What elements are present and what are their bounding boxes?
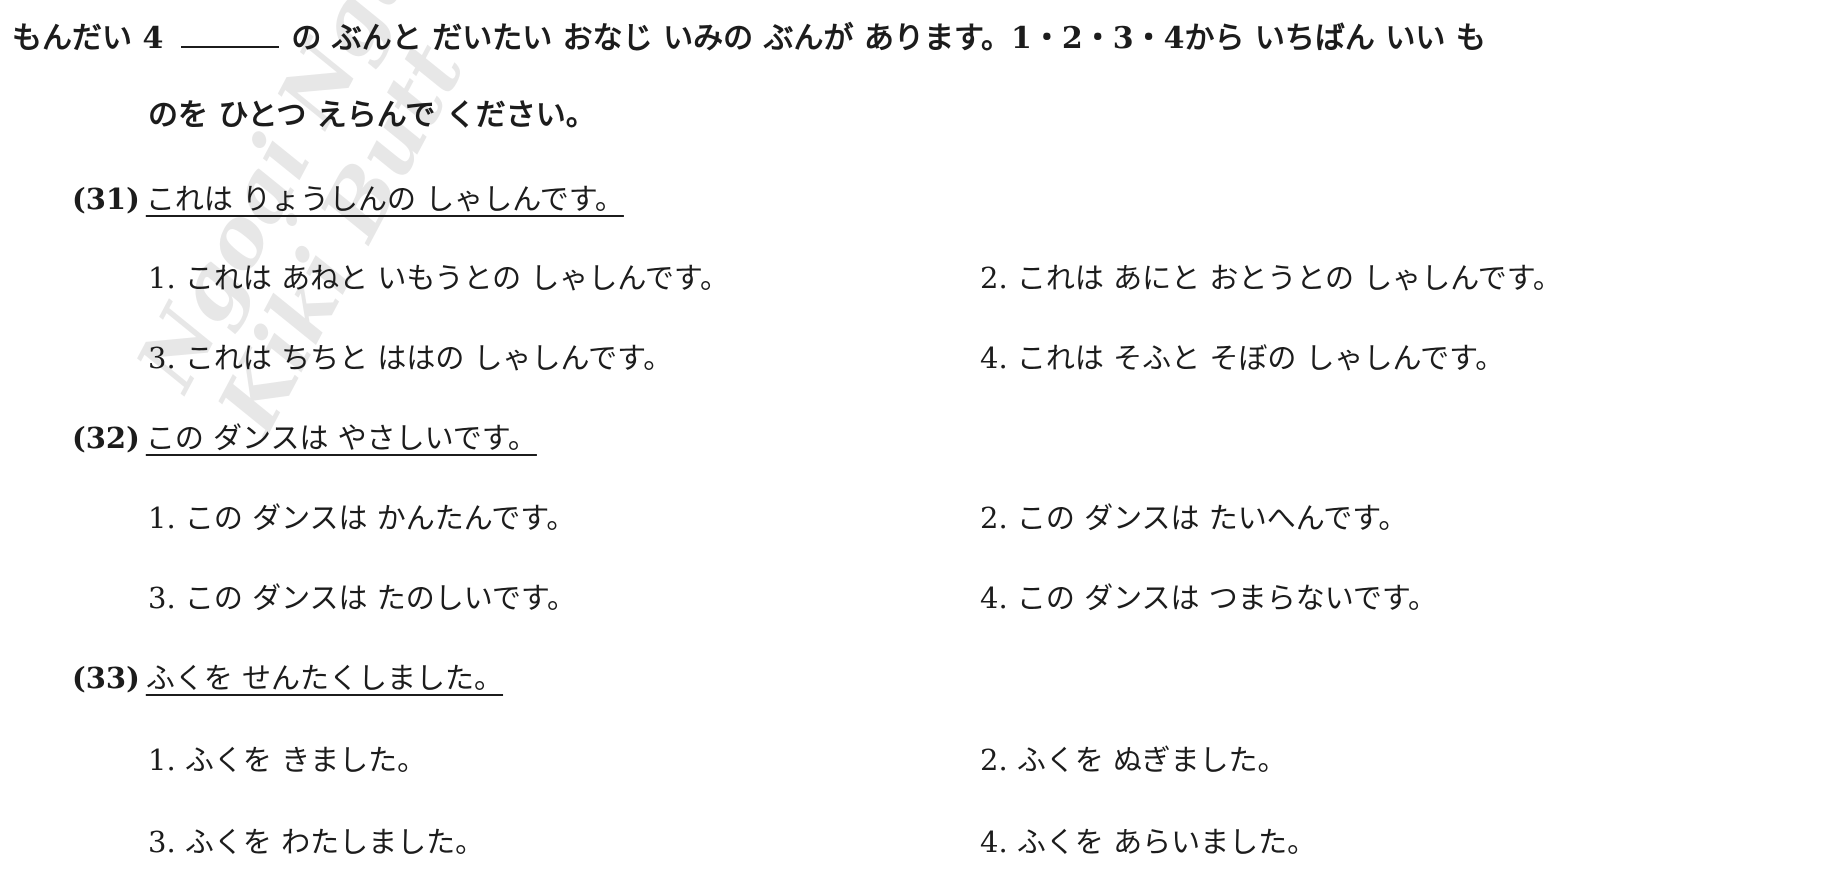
section-title: もんだい 4 bbox=[12, 21, 164, 56]
option-32-3[interactable]: 3. この ダンスは たのしいです。 bbox=[148, 578, 576, 618]
option-31-2[interactable]: 2. これは あにと おとうとの しゃしんです。 bbox=[980, 258, 1562, 298]
question-text: これは りょうしんの しゃしんです。 bbox=[145, 182, 624, 216]
option-33-3[interactable]: 3. ふくを わたしました。 bbox=[148, 822, 484, 862]
question-31: (31) これは りょうしんの しゃしんです。 bbox=[72, 179, 624, 219]
option-33-4[interactable]: 4. ふくを あらいました。 bbox=[980, 822, 1316, 862]
question-number: (32) bbox=[72, 421, 140, 455]
instruction-line-1: もんだい 4 の ぶんと だいたい おなじ いみの ぶんが あります。1・2・3・… bbox=[12, 18, 1822, 59]
exam-page: Ngoại Ngữ Group Kiki Butt もんだい 4 の ぶんと だい… bbox=[0, 0, 1838, 878]
instruction-line-2: のを ひとつ えらんで ください。 bbox=[148, 98, 596, 133]
instruction-text: の ぶんと だいたい おなじ いみの ぶんが あります。1・2・3・4から いち… bbox=[291, 21, 1486, 56]
question-text: ふくを せんたくしました。 bbox=[145, 661, 504, 695]
option-31-4[interactable]: 4. これは そふと そぼの しゃしんです。 bbox=[980, 338, 1504, 378]
question-33: (33) ふくを せんたくしました。 bbox=[72, 658, 503, 698]
watermark: Ngoại Ngữ Group Kiki Butt bbox=[118, 0, 660, 448]
question-32: (32) この ダンスは やさしいです。 bbox=[72, 418, 537, 458]
option-33-2[interactable]: 2. ふくを ぬぎました。 bbox=[980, 740, 1287, 780]
question-number: (33) bbox=[72, 661, 140, 695]
option-31-3[interactable]: 3. これは ちちと ははの しゃしんです。 bbox=[148, 338, 672, 378]
option-32-4[interactable]: 4. この ダンスは つまらないです。 bbox=[980, 578, 1437, 618]
option-33-1[interactable]: 1. ふくを きました。 bbox=[148, 740, 426, 780]
option-32-1[interactable]: 1. この ダンスは かんたんです。 bbox=[148, 498, 575, 538]
question-text: この ダンスは やさしいです。 bbox=[145, 421, 537, 455]
question-number: (31) bbox=[72, 182, 140, 216]
answer-blank bbox=[181, 18, 280, 48]
option-32-2[interactable]: 2. この ダンスは たいへんです。 bbox=[980, 498, 1407, 538]
watermark-line: Kiki Butt bbox=[199, 28, 484, 448]
option-31-1[interactable]: 1. これは あねと いもうとの しゃしんです。 bbox=[148, 258, 729, 298]
